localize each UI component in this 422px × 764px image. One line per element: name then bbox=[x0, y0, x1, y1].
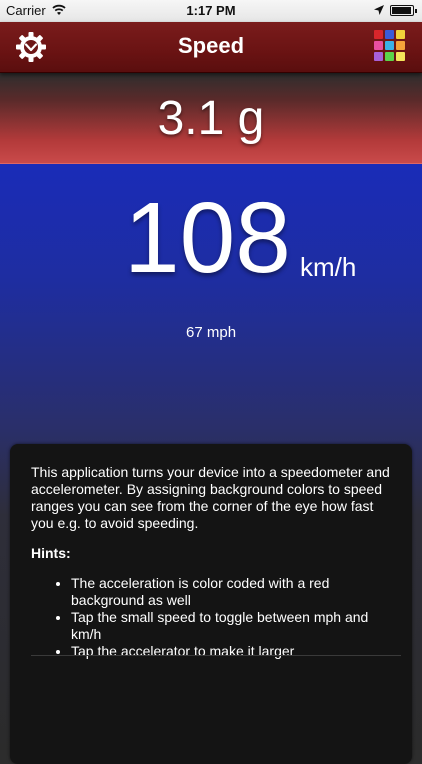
color-swatch bbox=[374, 52, 383, 61]
app-description: This application turns your device into … bbox=[31, 464, 390, 531]
info-panel: This application turns your device into … bbox=[10, 444, 412, 764]
hint-item: The acceleration is color coded with a r… bbox=[71, 575, 396, 609]
acceleration-panel[interactable]: 3.1 g bbox=[0, 73, 422, 164]
color-swatch bbox=[396, 41, 405, 50]
color-swatch bbox=[385, 30, 394, 39]
speed-unit: km/h bbox=[300, 252, 357, 282]
hints-list: The acceleration is color coded with a r… bbox=[31, 575, 396, 660]
color-swatch bbox=[374, 30, 383, 39]
hint-item: Tap the accelerator to make it larger bbox=[71, 643, 396, 660]
divider bbox=[31, 655, 401, 656]
hints-heading: Hints: bbox=[31, 545, 71, 561]
speed-value: 108 bbox=[124, 182, 291, 294]
clock: 1:17 PM bbox=[186, 3, 236, 18]
color-grid-icon[interactable] bbox=[374, 30, 406, 62]
color-swatch bbox=[396, 30, 405, 39]
secondary-speed-toggle[interactable]: 67 mph bbox=[186, 324, 236, 341]
color-swatch bbox=[385, 52, 394, 61]
location-arrow-icon bbox=[374, 5, 384, 15]
color-swatch bbox=[396, 52, 405, 61]
battery-icon bbox=[390, 5, 417, 16]
color-swatch bbox=[385, 41, 394, 50]
page-title: Speed bbox=[177, 33, 245, 58]
hint-item: Tap the small speed to toggle between mp… bbox=[71, 609, 396, 643]
color-swatch bbox=[374, 41, 383, 50]
status-bar: Carrier 1:17 PM bbox=[0, 0, 422, 22]
nav-bar: Speed bbox=[0, 22, 422, 73]
acceleration-value[interactable]: 3.1 g bbox=[0, 91, 422, 146]
